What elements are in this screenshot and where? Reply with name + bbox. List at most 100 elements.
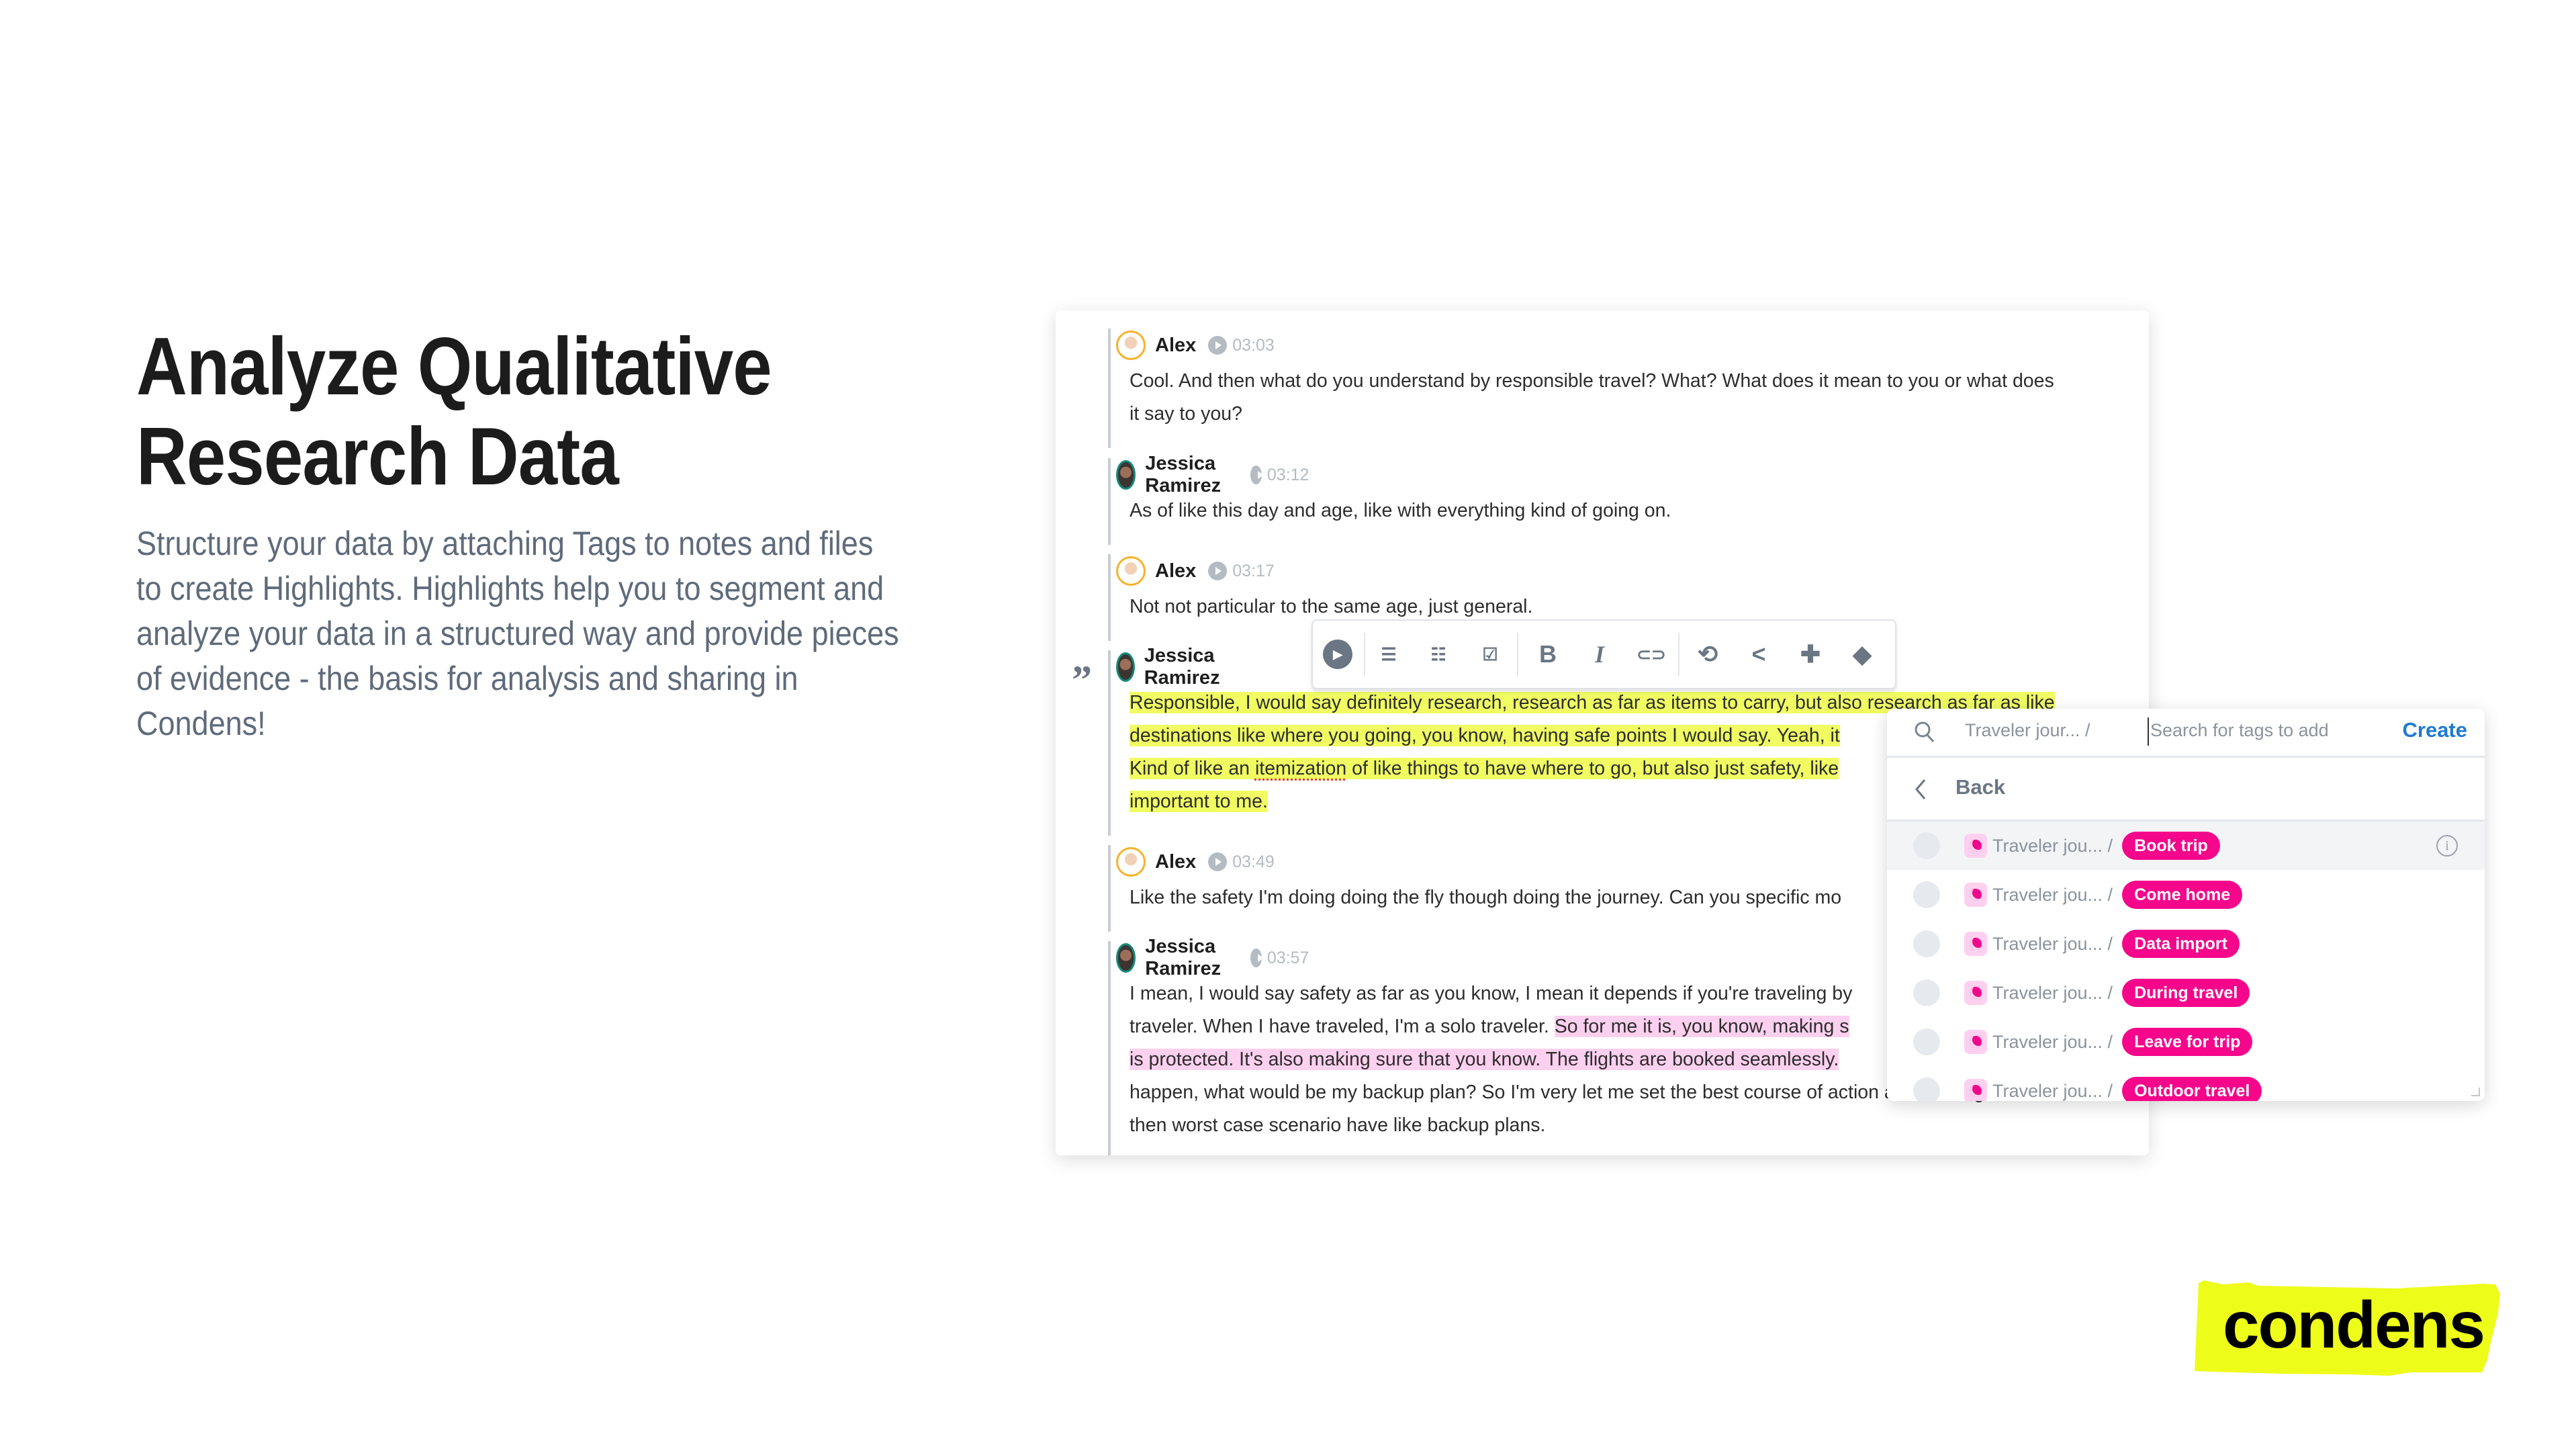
tag-option[interactable]: Traveler jou... / Leave for trip <box>1887 1018 2485 1066</box>
description-line: Condens! <box>136 705 266 742</box>
transcript-line: As of like this day and age, like with e… <box>1130 494 1671 527</box>
speaker-name: Jessica Ramirez <box>1145 936 1222 979</box>
highlighted-text[interactable]: destinations like where you going, you k… <box>1130 725 1840 746</box>
play-timestamp-icon[interactable] <box>1208 336 1228 355</box>
tag-pill[interactable]: Outdoor travel <box>2122 1077 2262 1101</box>
text-cursor <box>2148 717 2149 746</box>
tag-search-input[interactable]: Search for tags to add <box>2150 720 2329 741</box>
search-replace-icon[interactable]: ⟲ <box>1693 640 1722 669</box>
transcript-turn: Jessica Ramirez 03:57 I mean, I would say … <box>1108 936 2039 1155</box>
description-line: analyze your data in a structured way an… <box>136 615 899 652</box>
tag-pill[interactable]: Come home <box>2122 881 2243 909</box>
highlighted-text[interactable]: Kind of like an <box>1130 758 1255 779</box>
play-timestamp-icon[interactable] <box>1208 852 1228 871</box>
tag-group-breadcrumb: Traveler jou... / <box>1992 884 2113 905</box>
tag-select-radio[interactable] <box>1913 1028 1940 1055</box>
speaker-name: Alex <box>1155 334 1197 356</box>
tag-group-breadcrumb: Traveler jou... / <box>1992 1080 2113 1101</box>
transcript-turn: Jessica Ramirez Responsible, I would say … <box>1108 645 2055 836</box>
avatar <box>1116 331 1146 360</box>
tag-option[interactable]: Traveler jou... / Come home <box>1887 871 2485 919</box>
description-line: Structure your data by attaching Tags to… <box>136 525 874 562</box>
turn-header: Jessica Ramirez 03:12 <box>1116 453 1309 496</box>
transcript-line: important to me. <box>1130 785 1268 818</box>
tag-group-breadcrumb: Traveler jou... / <box>1992 933 2113 954</box>
highlighted-text[interactable]: is protected. It's also making sure that… <box>1130 1049 1839 1070</box>
transcript-text[interactable]: Like the safety I'm doing doing the fly … <box>1130 887 1841 908</box>
tag-select-radio[interactable] <box>1913 881 1940 908</box>
avatar <box>1116 847 1146 877</box>
highlighted-text[interactable]: itemization <box>1254 758 1347 779</box>
transcript-line: I mean, I would say safety as far as you… <box>1130 977 1852 1010</box>
transcript-text[interactable]: As of like this day and age, like with e… <box>1130 500 1671 521</box>
transcript-turn: Alex 03:17 Not not particular to the same … <box>1108 554 1532 641</box>
transcript-text[interactable]: I mean, I would say safety as far as you… <box>1130 983 1852 1004</box>
tag-pill[interactable]: During travel <box>2122 979 2250 1007</box>
tag-option[interactable]: Traveler jou... / Data import <box>1887 920 2485 968</box>
timestamp[interactable]: 03:03 <box>1232 336 1275 355</box>
tag-pill[interactable]: Leave for trip <box>2122 1028 2253 1056</box>
back-button[interactable]: Back <box>1887 758 2485 822</box>
turn-header: Alex 03:03 <box>1116 328 1275 362</box>
turn-header: Jessica Ramirez <box>1116 645 1243 689</box>
numbered-list-icon[interactable]: ☷ <box>1424 640 1453 669</box>
tag-option[interactable]: Traveler jou... / Outdoor travel <box>1887 1067 2485 1101</box>
transcript-line: Like the safety I'm doing doing the fly … <box>1130 881 1841 914</box>
tag-select-radio[interactable] <box>1913 832 1940 859</box>
transcript-text[interactable]: it say to you? <box>1130 403 1242 425</box>
add-comment-icon[interactable]: ✚ <box>1796 640 1825 669</box>
description-line: of evidence - the basis for analysis and… <box>136 660 798 697</box>
timestamp[interactable]: 03:12 <box>1267 466 1309 485</box>
tag-pill[interactable]: Book trip <box>2122 832 2220 860</box>
toolbar-separator <box>1678 633 1680 676</box>
checklist-icon[interactable]: ☑ <box>1475 640 1505 669</box>
tag-icon[interactable]: ◆ <box>1847 640 1877 669</box>
quote-icon[interactable]: ” <box>1072 657 1092 703</box>
bold-icon[interactable]: B <box>1533 640 1563 669</box>
transcript-text[interactable]: Not not particular to the same age, just… <box>1130 596 1532 617</box>
link-icon[interactable]: ⊂⊃ <box>1637 640 1666 669</box>
speaker-name: Jessica Ramirez <box>1145 453 1222 496</box>
globe-icon <box>1964 1079 1987 1101</box>
transcript-line: it say to you? <box>1130 398 1242 431</box>
bullet-list-icon[interactable]: ☰ <box>1374 640 1404 669</box>
transcript-text[interactable]: traveler. When I have traveled, I'm a so… <box>1130 1016 1555 1037</box>
tag-select-radio[interactable] <box>1913 979 1940 1006</box>
info-icon[interactable]: i <box>2436 835 2458 856</box>
transcript-text[interactable]: then worst case scenario have like backu… <box>1130 1114 1545 1136</box>
turn-header: Jessica Ramirez 03:57 <box>1116 936 1309 979</box>
transcript-turn: Jessica Ramirez 03:12 As of like this day … <box>1108 453 1671 545</box>
italic-icon[interactable]: I <box>1585 640 1614 669</box>
timestamp[interactable]: 03:57 <box>1267 949 1309 968</box>
description: Structure your data by attaching Tags to… <box>136 521 899 746</box>
play-icon[interactable]: ▶ <box>1323 640 1352 669</box>
turn-header: Alex 03:49 <box>1116 845 1275 879</box>
tag-option[interactable]: Traveler jou... / During travel <box>1887 969 2485 1017</box>
play-timestamp-icon[interactable] <box>1250 949 1264 967</box>
transcript-text[interactable]: Cool. And then what do you understand by… <box>1130 370 2054 392</box>
avatar <box>1116 943 1136 973</box>
tag-option[interactable]: Traveler jou... / Book trip i <box>1887 822 2485 870</box>
globe-icon <box>1964 1030 1987 1054</box>
share-icon[interactable]: < <box>1744 640 1774 669</box>
tag-pill[interactable]: Data import <box>2122 930 2240 958</box>
transcript-turn: Alex 03:49 Like the safety I'm doing doing… <box>1108 845 1841 932</box>
condens-logo: condens <box>2223 1288 2485 1362</box>
highlighted-text[interactable]: So for me it is, you know, making s <box>1554 1016 1849 1037</box>
highlighted-text[interactable]: of like things to have where to go, but … <box>1346 758 1839 779</box>
play-timestamp-icon[interactable] <box>1208 562 1228 580</box>
resize-handle-icon[interactable] <box>2471 1088 2481 1097</box>
tag-select-radio[interactable] <box>1913 930 1940 957</box>
avatar <box>1116 460 1136 490</box>
globe-icon <box>1964 834 1987 858</box>
highlighted-text[interactable]: important to me. <box>1130 791 1268 812</box>
globe-icon <box>1964 981 1987 1005</box>
globe-icon <box>1964 932 1987 956</box>
timestamp[interactable]: 03:49 <box>1232 852 1275 872</box>
tag-select-radio[interactable] <box>1913 1078 1940 1101</box>
speaker-name: Jessica Ramirez <box>1144 645 1220 689</box>
play-timestamp-icon[interactable] <box>1250 466 1264 484</box>
timestamp[interactable]: 03:17 <box>1232 562 1275 581</box>
title-line: Research Data <box>136 410 619 502</box>
create-tag-button[interactable]: Create <box>2403 718 2468 742</box>
